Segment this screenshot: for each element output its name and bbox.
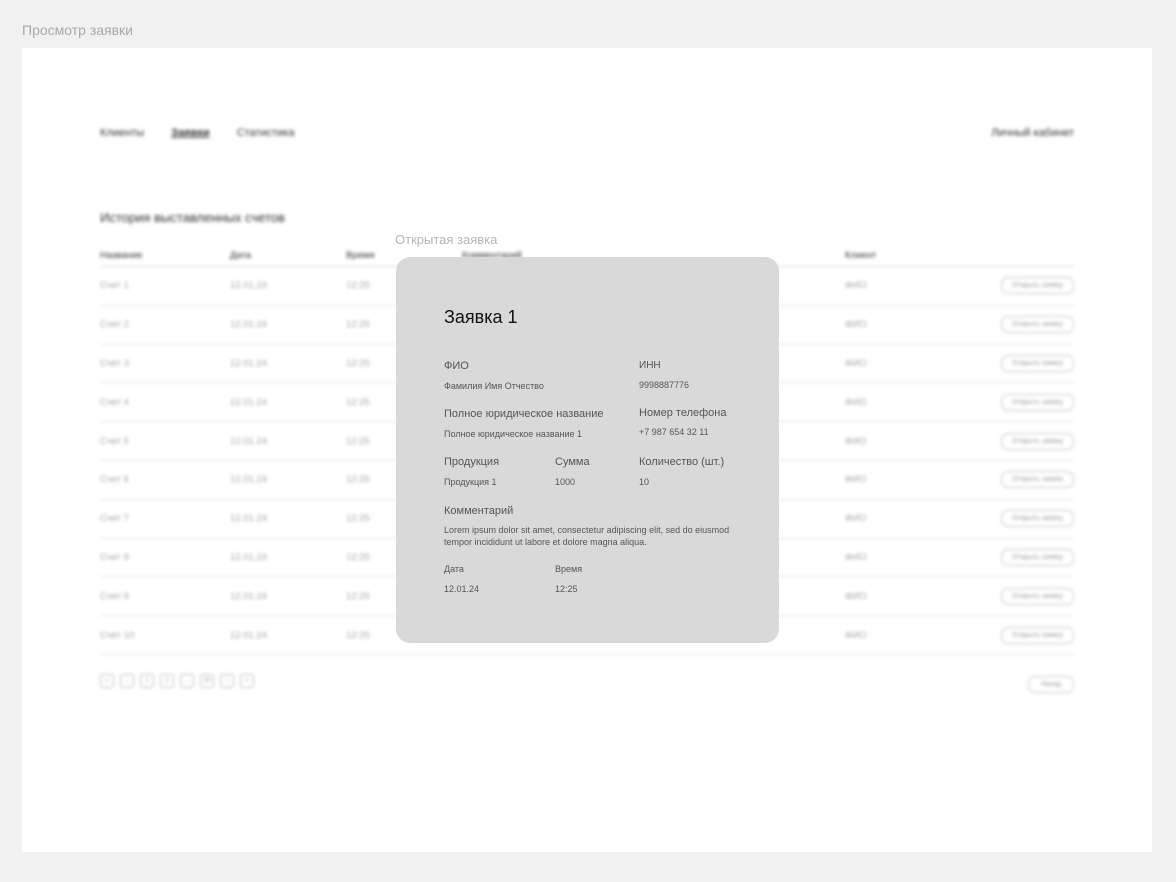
legal-name-label: Полное юридическое название	[444, 408, 604, 420]
cell-date: 12.01.24	[230, 280, 267, 292]
nav-item-clients[interactable]: Клиенты	[100, 127, 144, 139]
page-button[interactable]: ‹	[120, 674, 134, 688]
time-label: Время	[555, 564, 583, 574]
cell-client: ФИО	[845, 629, 867, 641]
time-value: 12:25	[555, 584, 578, 594]
cell-date: 12.01.24	[230, 551, 267, 563]
legal-name-value: Полное юридическое название 1	[444, 429, 583, 439]
request-modal: Заявка 1 ФИО Фамилия Имя Отчество ИНН 99…	[396, 257, 779, 643]
inn-value: 9998887776	[639, 380, 690, 390]
invoices-title: История выставленных счетов	[100, 210, 285, 225]
open-request-button[interactable]: Открыть заявку	[1001, 316, 1074, 334]
phone-label: Номер телефона	[639, 407, 727, 419]
cell-date: 12.01.24	[230, 513, 267, 525]
cell-client: ФИО	[845, 280, 867, 292]
cell-client: ФИО	[845, 590, 867, 602]
cell-date: 12.01.24	[230, 396, 267, 408]
open-request-button[interactable]: Открыть заявку	[1001, 548, 1074, 566]
frame-label: Просмотр заявки	[22, 22, 133, 38]
cell-name: Счет 8	[100, 551, 129, 563]
sum-label: Сумма	[555, 456, 590, 468]
product-value: Продукция 1	[444, 477, 497, 487]
cell-client: ФИО	[845, 357, 867, 369]
page-button[interactable]: 20	[200, 674, 214, 688]
comment-label: Комментарий	[444, 505, 514, 517]
sum-value: 1000	[555, 477, 576, 487]
cell-name: Счет 4	[100, 396, 129, 408]
cell-client: ФИО	[845, 319, 867, 331]
open-request-button[interactable]: Открыть заявку	[1001, 587, 1074, 605]
cell-date: 12.01.24	[230, 474, 267, 486]
cell-date: 12.01.24	[230, 590, 267, 602]
cell-client: ФИО	[845, 513, 867, 525]
cell-date: 12.01.24	[230, 357, 267, 369]
cell-name: Счет 3	[100, 357, 129, 369]
top-nav: Клиенты Заявки Статистика	[100, 127, 318, 139]
quantity-label: Количество (шт.)	[639, 456, 725, 468]
column-header-date: Дата	[230, 250, 252, 261]
open-request-button[interactable]: Открыть заявку	[1001, 432, 1074, 450]
nav-item-statistics[interactable]: Статистика	[237, 127, 295, 139]
open-request-button[interactable]: Открыть заявку	[1001, 393, 1074, 411]
open-request-button[interactable]: Открыть заявку	[1001, 471, 1074, 489]
column-header-client: Клиент	[845, 250, 877, 261]
column-header-name: Название	[100, 250, 143, 261]
cell-date: 12.01.24	[230, 629, 267, 641]
cell-client: ФИО	[845, 396, 867, 408]
cell-name: Счет 1	[100, 280, 129, 292]
overlay-caption: Открытая заявка	[395, 232, 498, 247]
cell-client: ФИО	[845, 435, 867, 447]
open-request-button[interactable]: Открыть заявку	[1001, 510, 1074, 528]
cell-date: 12.01.24	[230, 435, 267, 447]
cell-name: Счет 5	[100, 435, 129, 447]
page-button[interactable]: »	[240, 674, 254, 688]
product-label: Продукция	[444, 456, 500, 468]
page-button[interactable]: «	[100, 674, 114, 688]
cell-name: Счет 2	[100, 319, 129, 331]
back-button[interactable]: Назад	[1027, 676, 1074, 693]
cell-client: ФИО	[845, 551, 867, 563]
fio-value: Фамилия Имя Отчество	[444, 381, 544, 391]
pagination: « ‹ 1 2 … 20 › »	[100, 674, 254, 688]
inn-label: ИНН	[639, 360, 661, 371]
nav-item-requests[interactable]: Заявки	[171, 127, 209, 139]
page-button[interactable]: …	[180, 674, 194, 688]
fio-label: ФИО	[444, 360, 469, 372]
page-button[interactable]: ›	[220, 674, 234, 688]
account-link[interactable]: Личный кабинет	[991, 127, 1074, 139]
cell-name: Счет 10	[100, 629, 135, 641]
open-request-button[interactable]: Открыть заявку	[1001, 626, 1074, 644]
modal-title: Заявка 1	[444, 307, 518, 327]
open-request-button[interactable]: Открыть заявку	[1001, 277, 1074, 295]
page-button[interactable]: 1	[140, 674, 154, 688]
date-value: 12.01.24	[444, 584, 480, 594]
page-canvas: Клиенты Заявки Статистика Личный кабинет…	[22, 48, 1152, 852]
cell-client: ФИО	[845, 474, 867, 486]
comment-value: Lorem ipsum dolor sit amet, consectetur …	[444, 525, 730, 547]
open-request-button[interactable]: Открыть заявку	[1001, 354, 1074, 372]
cell-name: Счет 6	[100, 474, 129, 486]
cell-name: Счет 9	[100, 590, 129, 602]
page-button[interactable]: 2	[160, 674, 174, 688]
date-label: Дата	[444, 564, 464, 574]
phone-value: +7 987 654 32 11	[639, 427, 709, 437]
quantity-value: 10	[639, 477, 650, 487]
cell-date: 12.01.24	[230, 319, 267, 331]
cell-name: Счет 7	[100, 513, 129, 525]
